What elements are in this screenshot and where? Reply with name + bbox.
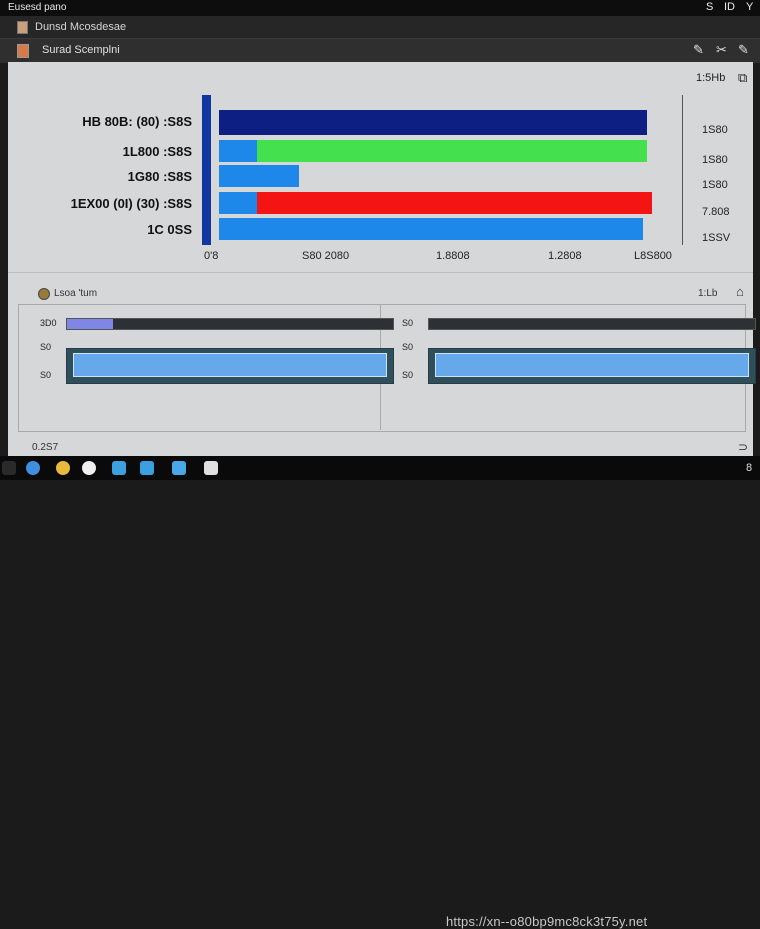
app-name: Dunsd Mcosdesae: [35, 21, 127, 33]
app-icon-red[interactable]: [82, 461, 96, 475]
right-axis-label: 1S80: [702, 154, 728, 166]
x-tick-label: 1.8808: [436, 250, 470, 262]
bar-label: 1C 0SS: [147, 222, 192, 237]
meter-label: S0: [40, 370, 52, 380]
tab-bar: Surad Scemplni ✎ ✂ ✎: [0, 38, 760, 63]
right-axis-label: 7.808: [702, 206, 730, 218]
footer-left-label: 0.2S7: [32, 442, 59, 453]
footer-right-icon[interactable]: ⊃: [738, 440, 748, 454]
section-title: Lsoa 'tum: [54, 288, 98, 299]
section-divider: [8, 272, 753, 273]
wide-meter-fill: [73, 353, 387, 377]
pencil-icon[interactable]: ✎: [738, 42, 749, 58]
close-icon[interactable]: Y: [746, 1, 753, 13]
store-icon[interactable]: [140, 461, 154, 475]
start-icon[interactable]: [2, 461, 16, 475]
file-icon[interactable]: [112, 461, 126, 475]
app-header: Dunsd Mcosdesae: [0, 16, 760, 38]
bar: [219, 110, 647, 135]
tab-title[interactable]: Surad Scemplni: [42, 44, 120, 56]
browser-icon[interactable]: [26, 461, 40, 475]
bar-label: 1L800 :S8S: [122, 144, 192, 159]
right-axis-label: 1S80: [702, 124, 728, 136]
edit-icon[interactable]: ✎: [693, 42, 704, 58]
chart-axis-strip: [202, 95, 211, 245]
meter-label: S0: [402, 342, 414, 352]
thin-meter: [66, 318, 394, 330]
export-icon[interactable]: ⧉: [738, 70, 747, 86]
wide-meter: [66, 348, 394, 384]
wide-meter: [428, 348, 756, 384]
app-icon: [17, 21, 28, 34]
bar-label: 1G80 :S8S: [127, 169, 192, 184]
document-icon: [17, 44, 29, 58]
x-tick-label: 0'8: [204, 250, 219, 262]
bar: [219, 165, 299, 187]
right-axis-label: 1SSV: [702, 232, 731, 244]
collapse-icon[interactable]: ⌂: [736, 284, 744, 299]
chrome-icon[interactable]: [56, 461, 70, 475]
thin-meter-fill: [67, 319, 113, 329]
section-icon: [38, 288, 50, 300]
clock: 8: [746, 462, 753, 474]
window-titlebar: Eusesd pano S ID Y: [0, 0, 760, 16]
wide-meter-fill: [435, 353, 749, 377]
bar-label: HB 80B: (80) :S8S: [82, 114, 192, 129]
right-axis-label: 1S80: [702, 179, 728, 191]
main-panel: 1:5Hb ⧉ HB 80B: (80) :S8S 1S80 1L800 :S8S 1…: [8, 62, 756, 456]
bar-chart: 1:5Hb ⧉ HB 80B: (80) :S8S 1S80 1L800 :S8S 1…: [8, 62, 753, 267]
meter-label: 3D0: [40, 318, 57, 328]
bar: [257, 140, 647, 162]
meter-label: S0: [40, 342, 52, 352]
bar: [219, 218, 643, 240]
task-icon[interactable]: [204, 461, 218, 475]
watermark-url: https://xn--o80bp9mc8ck3t75y.net: [446, 914, 648, 929]
section-right-label: 1:Lb: [698, 288, 718, 299]
bar-segment-left: [219, 140, 257, 162]
window-title: Eusesd pano: [8, 2, 67, 13]
minimize-icon[interactable]: S: [706, 1, 713, 13]
x-tick-label: S80 2080: [302, 250, 350, 262]
mail-icon[interactable]: [172, 461, 186, 475]
meter-label: S0: [402, 370, 414, 380]
x-tick-label: L8S800: [634, 250, 672, 262]
bar-label: 1EX00 (0I) (30) :S8S: [70, 196, 192, 211]
scissors-icon[interactable]: ✂: [716, 42, 727, 58]
taskbar: https://xn--o80bp9mc8ck3t75y.net 8: [0, 456, 760, 929]
bar: [257, 192, 652, 214]
maximize-icon[interactable]: ID: [724, 1, 735, 13]
meter-label: S0: [402, 318, 414, 328]
bar-segment-left: [219, 192, 257, 214]
top-right-label: 1:5Hb: [696, 72, 726, 84]
x-tick-label: 1.2808: [548, 250, 582, 262]
right-axis-line: [682, 95, 683, 245]
thin-meter: [428, 318, 756, 330]
